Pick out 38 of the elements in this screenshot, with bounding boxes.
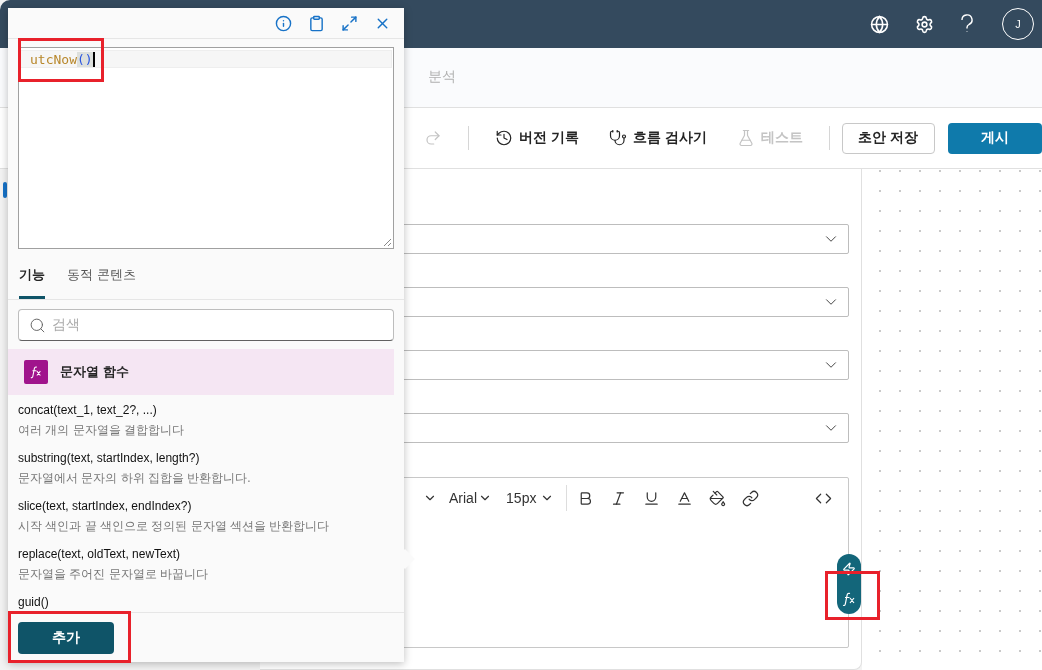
link-icon[interactable]	[742, 489, 759, 507]
search-icon	[29, 316, 46, 334]
history-button[interactable]: 버전 기록	[495, 129, 579, 147]
expression-editor[interactable]: utcNow()	[18, 47, 394, 249]
function-description: 문자열을 주어진 문자열로 바꿉니다	[18, 566, 209, 583]
fill-icon[interactable]	[709, 489, 726, 507]
function-signature[interactable]: substring(text, startIndex, length?)	[18, 451, 404, 465]
lightning-icon	[842, 561, 856, 576]
font-select[interactable]: Arial	[449, 490, 479, 506]
save-draft-button[interactable]: 초안 저장	[841, 122, 935, 154]
test-icon	[736, 129, 755, 147]
expand-icon[interactable]	[341, 14, 358, 32]
globe-icon[interactable]	[870, 14, 889, 34]
italic-icon[interactable]	[610, 489, 627, 507]
category-header[interactable]: 문자열 함수	[8, 349, 394, 395]
highlight-frame	[825, 571, 880, 620]
settings-icon[interactable]	[915, 14, 934, 34]
function-description: 문자열에서 문자의 하위 집합을 반환합니다.	[18, 470, 252, 487]
fx-icon	[841, 590, 857, 607]
history-icon	[495, 129, 513, 147]
insert-pill[interactable]	[837, 554, 861, 614]
popup-tab[interactable]: 동적 콘텐츠	[67, 266, 136, 299]
redo-icon	[424, 129, 442, 147]
checker-button[interactable]: 흐름 검사기	[608, 129, 707, 147]
function-description: 여러 개의 문자열을 결합합니다	[18, 422, 185, 439]
underline-icon[interactable]	[643, 489, 660, 507]
font-color-icon[interactable]	[676, 489, 693, 507]
function-icon	[24, 360, 48, 384]
add-button[interactable]: 추가	[18, 622, 114, 654]
checker-icon	[608, 129, 627, 147]
resize-grip-icon[interactable]	[383, 238, 391, 246]
nav-indicator	[3, 182, 7, 198]
size-select[interactable]: 15px	[506, 490, 537, 506]
clipboard-icon[interactable]	[308, 14, 325, 32]
info-icon[interactable]	[275, 14, 292, 32]
publish-button[interactable]: 게시	[947, 122, 1042, 154]
function-signature[interactable]: concat(text_1, text_2?, ...)	[18, 403, 404, 417]
popup-tab[interactable]: 기능	[19, 266, 45, 299]
